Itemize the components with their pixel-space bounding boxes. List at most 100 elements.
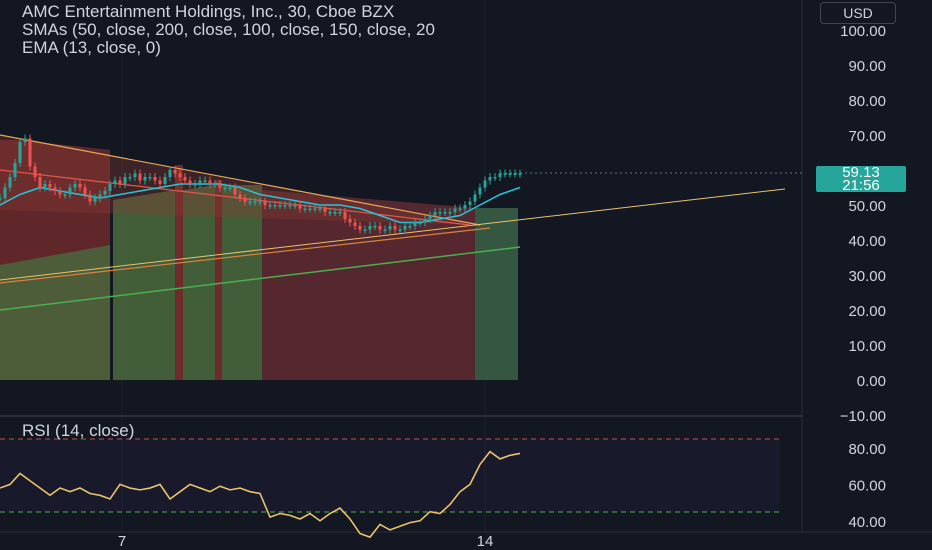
candle-body (23, 138, 27, 142)
volume-profile-zones (0, 135, 518, 380)
candle-body (253, 201, 257, 203)
rsi-panel (0, 438, 780, 539)
rsi-tick-label: 60.00 (848, 477, 886, 494)
candle-body (138, 173, 142, 181)
candle-body (493, 177, 497, 179)
candle-body (313, 208, 317, 210)
candle-body (38, 177, 42, 188)
candle-body (423, 219, 427, 223)
candle-body (368, 226, 372, 230)
candle-body (103, 191, 107, 195)
candle-body (158, 180, 162, 184)
candle-body (113, 180, 117, 184)
candle-body (508, 173, 512, 175)
candle-body (98, 194, 102, 198)
price-tick-label: 0.00 (857, 373, 886, 390)
candle-body (153, 177, 157, 181)
price-tick-label: 70.00 (848, 128, 886, 145)
candle-body (498, 173, 502, 177)
candle-body (178, 173, 182, 177)
candle-body (148, 177, 152, 179)
candle-body (343, 212, 347, 219)
price-tick-label: 50.00 (848, 198, 886, 215)
candle-body (233, 187, 237, 195)
currency-button[interactable]: USD (820, 2, 896, 24)
candle-body (363, 229, 367, 231)
candle-body (308, 208, 312, 210)
zone-green-1 (0, 245, 110, 380)
candle-body (333, 212, 337, 214)
candle-body (408, 226, 412, 228)
price-tick-label: −10.00 (840, 408, 886, 425)
rsi-axis[interactable]: 80.00 60.00 40.00 (848, 441, 886, 531)
price-tick-label: 100.00 (840, 23, 886, 40)
rsi-tick-label: 80.00 (848, 441, 886, 458)
last-price-badge: 59.13 21:56 (816, 165, 906, 194)
candle-body (458, 208, 462, 210)
sma-legend: SMAs (50, close, 200, close, 100, close,… (22, 20, 435, 39)
price-tick-label: 10.00 (848, 338, 886, 355)
candle-body (243, 198, 247, 202)
time-axis[interactable]: 7 14 (118, 533, 494, 550)
candle-body (238, 194, 242, 198)
candle-body (488, 177, 492, 181)
candle-body (513, 173, 517, 175)
bar-countdown: 21:56 (842, 177, 880, 194)
zone-green-5 (475, 208, 518, 380)
candle-body (13, 163, 17, 177)
candle-body (183, 177, 187, 181)
candle-body (8, 177, 12, 188)
price-axis[interactable]: 100.0090.0080.0070.0060.0050.0040.0030.0… (840, 23, 886, 425)
candle-body (358, 226, 362, 230)
candle-body (53, 187, 57, 191)
candle-body (163, 177, 167, 184)
candle-body (393, 226, 397, 230)
rsi-tick-label: 40.00 (848, 514, 886, 531)
candle-body (48, 184, 52, 188)
candle-body (348, 219, 352, 223)
candle-body (18, 142, 22, 163)
candle-body (403, 226, 407, 230)
candle-body (58, 191, 62, 195)
candle-body (88, 194, 92, 202)
candle-body (278, 205, 282, 207)
price-tick-label: 30.00 (848, 268, 886, 285)
candle-body (123, 177, 127, 184)
candle-body (0, 198, 2, 200)
candle-body (213, 184, 217, 186)
candle-body (198, 180, 202, 184)
candle-body (383, 229, 387, 231)
candle-body (478, 187, 482, 195)
candle-body (143, 177, 147, 181)
candle-body (128, 177, 132, 179)
price-tick-label: 20.00 (848, 303, 886, 320)
candle-body (78, 184, 82, 188)
candle-body (188, 180, 192, 184)
candle-body (223, 187, 227, 189)
candle-body (193, 184, 197, 186)
price-tick-label: 40.00 (848, 233, 886, 250)
candle-body (463, 205, 467, 209)
candle-body (503, 173, 507, 175)
candle-body (453, 208, 457, 212)
candle-body (218, 184, 222, 188)
candle-body (258, 201, 262, 203)
chart-canvas[interactable]: 100.0090.0080.0070.0060.0050.0040.0030.0… (0, 0, 932, 550)
candle-body (443, 212, 447, 214)
candle-body (228, 187, 232, 189)
ema-legend: EMA (13, close, 0) (22, 38, 161, 57)
candle-body (28, 138, 32, 167)
candle-body (263, 201, 267, 205)
candle-body (33, 166, 37, 177)
candle-body (428, 215, 432, 219)
candle-body (338, 212, 342, 214)
candle-body (283, 205, 287, 207)
candle-body (518, 173, 522, 175)
candle-body (378, 226, 382, 230)
candle-body (268, 205, 272, 207)
time-tick-label: 7 (118, 533, 126, 550)
price-tick-label: 80.00 (848, 93, 886, 110)
rsi-legend: RSI (14, close) (22, 421, 135, 440)
candle-body (73, 184, 77, 188)
candle-body (68, 187, 72, 195)
